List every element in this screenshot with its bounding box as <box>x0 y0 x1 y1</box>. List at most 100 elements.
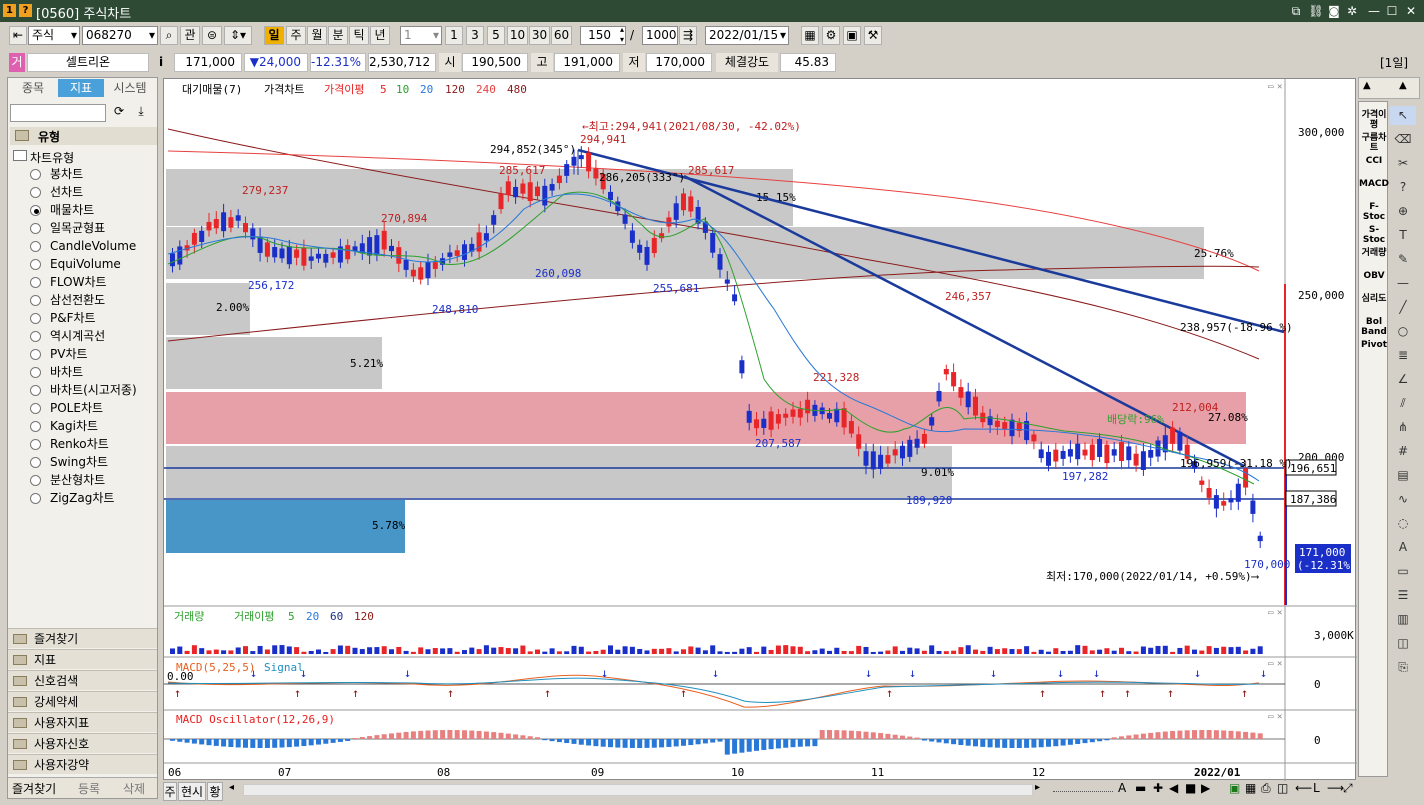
pitchfork-icon[interactable]: ⋔ <box>1390 418 1416 437</box>
period-tick[interactable]: 틱 <box>349 26 369 45</box>
bottom-tab[interactable]: 현시 <box>178 782 206 801</box>
play-icon[interactable]: ▶ <box>1201 781 1210 795</box>
zoom-in-icon[interactable]: ✚ <box>1153 781 1163 795</box>
app-badge-1[interactable]: 1 <box>3 4 16 17</box>
indicator-shortcut[interactable]: Bol Band <box>1359 317 1389 337</box>
excel-icon[interactable]: ▣ <box>1229 781 1240 795</box>
radio-icon[interactable] <box>30 475 41 486</box>
chart-setup-icon[interactable]: ▦ <box>801 26 819 45</box>
help-badge[interactable]: ? <box>19 4 32 17</box>
tab-register[interactable]: 등록 <box>78 780 100 797</box>
radio-icon[interactable] <box>30 205 41 216</box>
bookmark-icon[interactable]: ⎘ <box>1390 658 1416 677</box>
zoom-slider[interactable] <box>1053 786 1113 792</box>
apply-icon[interactable]: ⇶ <box>679 26 697 45</box>
indicator-shortcut[interactable]: F-Stoc <box>1359 202 1389 222</box>
panel-close-icon[interactable]: ✕ <box>1277 659 1282 669</box>
radio-icon[interactable] <box>30 259 41 270</box>
panel-min-icon[interactable]: ▭ <box>1268 712 1274 722</box>
indicator-shortcut[interactable]: 심리도 <box>1359 294 1389 304</box>
layers-icon[interactable]: ◫ <box>1390 634 1416 653</box>
new-window-icon[interactable]: ⧉ <box>1288 3 1304 19</box>
save-icon[interactable]: ▣ <box>843 26 861 45</box>
back-icon[interactable]: ⟵ <box>1295 781 1312 795</box>
folder-indicators[interactable]: 지표 <box>8 649 157 669</box>
indicator-shortcut[interactable]: Pivot <box>1359 340 1389 350</box>
panel-close-icon[interactable]: ✕ <box>1277 712 1282 722</box>
chart-type-icon[interactable]: ◫ <box>1277 781 1288 795</box>
folder-strength[interactable]: 강세약세 <box>8 691 157 711</box>
eraser-icon[interactable]: ⌫ <box>1390 130 1416 149</box>
indicator-shortcut[interactable]: OBV <box>1359 271 1389 281</box>
updown-icon[interactable]: ⇕▾ <box>224 26 252 45</box>
zoom-out-icon[interactable]: ▬ <box>1135 781 1146 795</box>
zoom-icon[interactable]: ⊕ <box>1390 202 1416 221</box>
auto-scale-icon[interactable]: A <box>1118 781 1126 795</box>
indicator-shortcut[interactable]: MACD <box>1359 179 1389 189</box>
radio-icon[interactable] <box>30 241 41 252</box>
radio-icon[interactable] <box>30 439 41 450</box>
horizontal-line-icon[interactable]: — <box>1390 274 1416 293</box>
tab-systems[interactable]: 시스템 <box>106 79 154 97</box>
forward-icon[interactable]: ⟶ <box>1327 781 1344 795</box>
trendline-icon[interactable]: ╱ <box>1390 298 1416 317</box>
radio-icon[interactable] <box>30 313 41 324</box>
angle-icon[interactable]: ∠ <box>1390 370 1416 389</box>
bottom-tab[interactable]: 주 <box>163 782 177 801</box>
radio-icon[interactable] <box>30 349 41 360</box>
line-tool-icon[interactable]: L <box>1313 781 1320 795</box>
help-icon[interactable]: ? <box>1390 178 1416 197</box>
stock-name[interactable]: 셀트리온 <box>27 53 149 72</box>
link-icon[interactable]: ⛓ <box>1308 3 1324 19</box>
folder-favorites[interactable]: 즐겨찾기 <box>8 628 157 648</box>
tab-indicators[interactable]: 지표 <box>58 79 104 97</box>
indicator-shortcut[interactable]: 거래량 <box>1359 248 1389 258</box>
tab-stocks[interactable]: 종목 <box>10 79 56 97</box>
radio-icon[interactable] <box>30 421 41 432</box>
circle-icon[interactable]: ○ <box>1390 322 1416 341</box>
auto-icon[interactable]: A <box>1390 538 1416 557</box>
list-icon[interactable]: ☰ <box>1390 586 1416 605</box>
step-back-icon[interactable]: ◀ <box>1169 781 1178 795</box>
radio-icon[interactable] <box>30 457 41 468</box>
radio-icon[interactable] <box>30 493 41 504</box>
group-chart-type[interactable]: 차트유형 <box>10 148 157 166</box>
panel-close-icon[interactable]: ✕ <box>1277 608 1282 618</box>
cursor-icon[interactable]: ↖ <box>1390 106 1416 125</box>
date-input[interactable]: 2022/01/15 ▾ <box>705 26 789 45</box>
interval-5[interactable]: 5 <box>487 26 505 45</box>
panel-min-icon[interactable]: ▭ <box>1268 82 1274 92</box>
fibonacci-icon[interactable]: ≣ <box>1390 346 1416 365</box>
radio-icon[interactable] <box>30 331 41 342</box>
period-week[interactable]: 주 <box>286 26 306 45</box>
wave-icon[interactable]: ∿ <box>1390 490 1416 509</box>
count-input[interactable]: 150 ▴ ▾ <box>580 26 626 45</box>
interval-select[interactable]: 1 ▾ <box>400 26 442 45</box>
radio-icon[interactable] <box>30 295 41 306</box>
folder-signals[interactable]: 신호검색 <box>8 670 157 690</box>
indicator-shortcut[interactable]: 구름차트 <box>1359 133 1389 153</box>
tab-favorites[interactable]: 즐겨찾기 <box>12 780 56 797</box>
settings-icon[interactable]: ✲ <box>1344 3 1360 19</box>
radio-icon[interactable] <box>30 187 41 198</box>
table-icon[interactable]: ▦ <box>1245 781 1256 795</box>
text-icon[interactable]: T <box>1390 226 1416 245</box>
stock-chart-svg[interactable]: 15.15% 25.76% 2.00% 5.21% 27.08% 9.01% 5… <box>164 79 1357 781</box>
refresh-icon[interactable]: ⊜ <box>202 26 222 45</box>
radio-icon[interactable] <box>30 169 41 180</box>
scroll-right-icon[interactable]: ▸ <box>1035 782 1040 793</box>
period-month[interactable]: 월 <box>307 26 327 45</box>
panel-min-icon[interactable]: ▭ <box>1268 608 1274 618</box>
folder-user-strength[interactable]: 사용자강약 <box>8 754 157 774</box>
tab-delete[interactable]: 삭제 <box>123 780 145 797</box>
interval-60[interactable]: 60 <box>551 26 572 45</box>
close-icon[interactable]: ✕ <box>1403 3 1419 19</box>
tools-icon[interactable]: ⚒ <box>864 26 882 45</box>
radio-icon[interactable] <box>30 403 41 414</box>
gwan-button[interactable]: 관 <box>180 26 200 45</box>
channel-icon[interactable]: ⫽ <box>1390 394 1416 413</box>
gann-icon[interactable]: # <box>1390 442 1416 461</box>
radio-icon[interactable] <box>30 367 41 378</box>
scroll-left-icon[interactable]: ◂ <box>229 782 234 793</box>
grid-icon[interactable]: ▤ <box>1390 466 1416 485</box>
